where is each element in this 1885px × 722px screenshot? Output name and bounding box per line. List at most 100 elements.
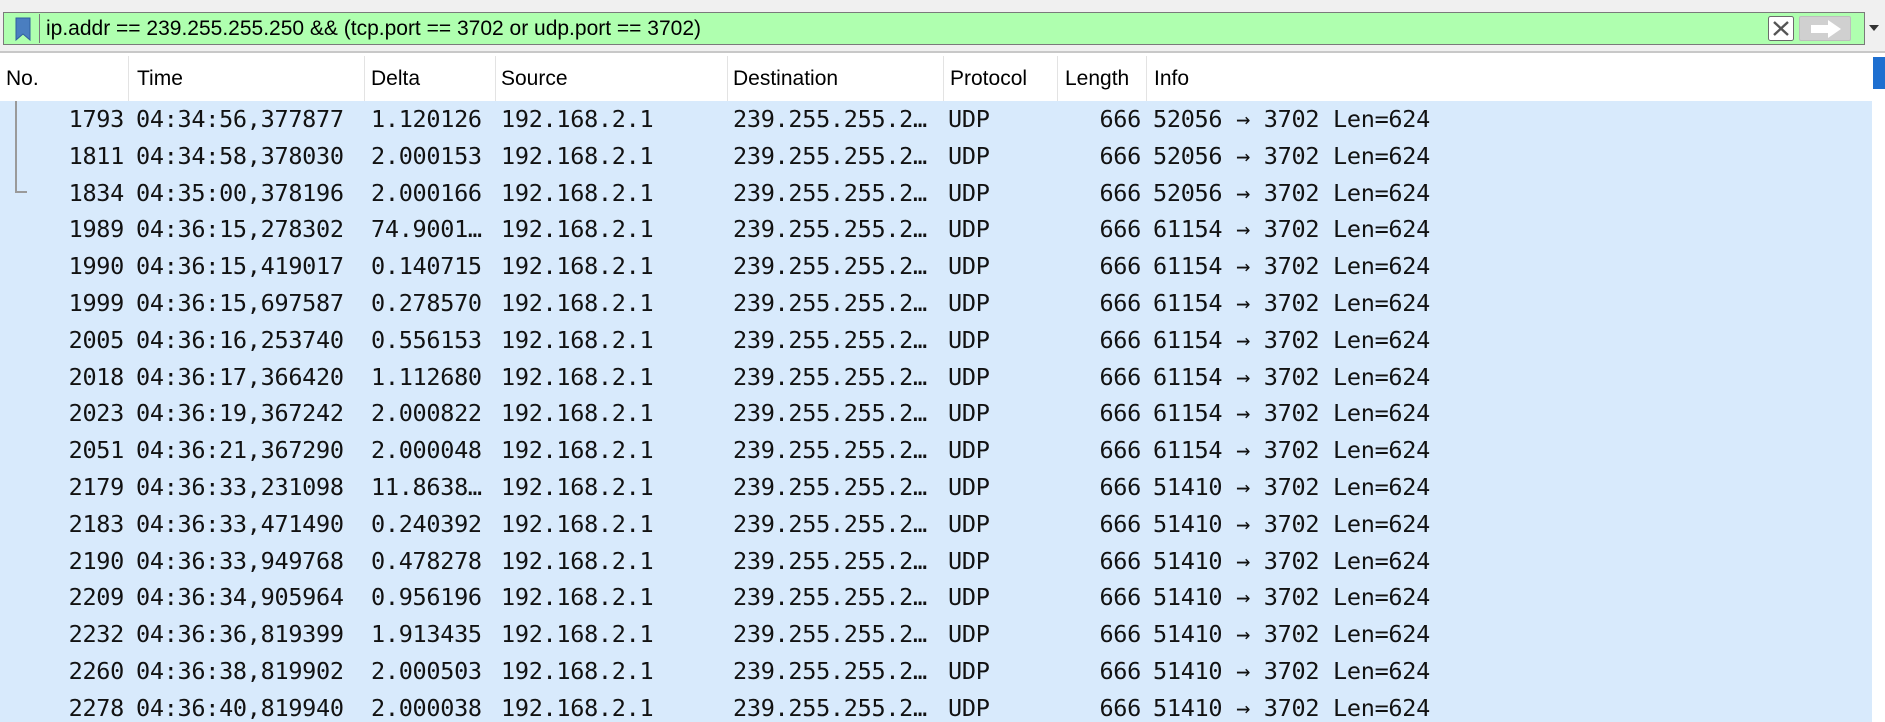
- packet-row[interactable]: 2260 04:36:38,819902 2.000503 192.168.2.1 23…: [0, 653, 1872, 690]
- filter-history-dropdown[interactable]: [1864, 12, 1885, 45]
- column-divider[interactable]: [1057, 56, 1058, 101]
- info-cell: 51410 → 3702 Len=624: [1153, 473, 1430, 501]
- display-filter-toolbar: ip.addr == 239.255.255.250 && (tcp.port …: [0, 0, 1885, 53]
- apply-filter-button[interactable]: [1799, 16, 1851, 41]
- packet-number-cell: 2051: [68, 436, 125, 465]
- protocol-cell: UDP: [948, 473, 990, 501]
- packet-row[interactable]: 2051 04:36:21,367290 2.000048 192.168.2.1 23…: [0, 432, 1872, 469]
- length-cell: 666: [1099, 436, 1141, 465]
- length-cell: 666: [1099, 657, 1141, 685]
- scrollbar-thumb[interactable]: [1873, 57, 1885, 89]
- protocol-cell: UDP: [948, 693, 990, 722]
- info-cell: 61154 → 3702 Len=624: [1153, 289, 1430, 317]
- protocol-cell: UDP: [948, 105, 990, 133]
- time-cell: 04:36:33,949768: [136, 546, 344, 575]
- info-cell: 61154 → 3702 Len=624: [1153, 436, 1430, 465]
- column-header-protocol[interactable]: Protocol: [944, 56, 1057, 101]
- packet-number-cell: 2183: [68, 509, 125, 538]
- length-cell: 666: [1099, 399, 1141, 428]
- protocol-cell: UDP: [948, 657, 990, 685]
- delta-cell: 0.140715: [371, 252, 482, 281]
- column-header-time[interactable]: Time: [131, 56, 365, 101]
- protocol-cell: UDP: [948, 178, 990, 207]
- column-header-source[interactable]: Source: [495, 56, 727, 101]
- source-cell: 192.168.2.1: [501, 620, 654, 649]
- column-header-info[interactable]: Info: [1148, 56, 1868, 101]
- packet-number-cell: 2018: [68, 362, 125, 391]
- source-cell: 192.168.2.1: [501, 325, 654, 354]
- packet-row[interactable]: 2183 04:36:33,471490 0.240392 192.168.2.1 23…: [0, 506, 1872, 543]
- length-cell: 666: [1099, 252, 1141, 281]
- destination-cell: 239.255.255.2…: [733, 693, 927, 722]
- info-cell: 61154 → 3702 Len=624: [1153, 362, 1430, 391]
- protocol-cell: UDP: [948, 252, 990, 281]
- packet-row[interactable]: 2023 04:36:19,367242 2.000822 192.168.2.1 23…: [0, 395, 1872, 432]
- delta-cell: 0.956196: [371, 583, 482, 612]
- packet-list-body: 1793 04:34:56,377877 1.120126 192.168.2.1 23…: [0, 101, 1872, 722]
- length-cell: 666: [1099, 289, 1141, 317]
- info-cell: 51410 → 3702 Len=624: [1153, 620, 1430, 649]
- filter-bookmark-button[interactable]: [8, 14, 40, 43]
- time-cell: 04:36:15,697587: [136, 289, 344, 317]
- column-divider[interactable]: [1146, 56, 1147, 101]
- destination-cell: 239.255.255.2…: [733, 215, 927, 244]
- packet-row[interactable]: 2190 04:36:33,949768 0.478278 192.168.2.1 23…: [0, 543, 1872, 580]
- packet-row[interactable]: 2232 04:36:36,819399 1.913435 192.168.2.1 23…: [0, 616, 1872, 653]
- packet-row[interactable]: 2179 04:36:33,231098 11.8638… 192.168.2.1 23…: [0, 469, 1872, 506]
- protocol-cell: UDP: [948, 436, 990, 465]
- packet-row[interactable]: 2209 04:36:34,905964 0.956196 192.168.2.1 23…: [0, 579, 1872, 616]
- destination-cell: 239.255.255.2…: [733, 362, 927, 391]
- packet-list: No. Time Delta Source Destination Protoc…: [0, 56, 1872, 722]
- delta-cell: 2.000048: [371, 436, 482, 465]
- packet-row[interactable]: 1989 04:36:15,278302 74.9001… 192.168.2.1 23…: [0, 211, 1872, 248]
- info-cell: 61154 → 3702 Len=624: [1153, 252, 1430, 281]
- column-header-no[interactable]: No.: [0, 56, 128, 101]
- length-cell: 666: [1099, 105, 1141, 133]
- length-cell: 666: [1099, 620, 1141, 649]
- packet-row[interactable]: 1793 04:34:56,377877 1.120126 192.168.2.1 23…: [0, 101, 1872, 138]
- column-header-destination[interactable]: Destination: [727, 56, 943, 101]
- destination-cell: 239.255.255.2…: [733, 509, 927, 538]
- destination-cell: 239.255.255.2…: [733, 141, 927, 170]
- packet-row[interactable]: 1834 04:35:00,378196 2.000166 192.168.2.1 23…: [0, 175, 1872, 212]
- display-filter-text[interactable]: ip.addr == 239.255.255.250 && (tcp.port …: [46, 13, 701, 44]
- bookmark-icon: [15, 17, 31, 41]
- arrow-right-icon: [1811, 20, 1841, 38]
- delta-cell: 2.000822: [371, 399, 482, 428]
- column-divider[interactable]: [128, 56, 129, 101]
- destination-cell: 239.255.255.2…: [733, 178, 927, 207]
- info-cell: 51410 → 3702 Len=624: [1153, 583, 1430, 612]
- column-header-delta[interactable]: Delta: [365, 56, 495, 101]
- display-filter-input[interactable]: ip.addr == 239.255.255.250 && (tcp.port …: [3, 12, 1865, 45]
- protocol-cell: UDP: [948, 215, 990, 244]
- column-header-length[interactable]: Length: [1059, 56, 1146, 101]
- packet-row[interactable]: 2278 04:36:40,819940 2.000038 192.168.2.1 23…: [0, 690, 1872, 722]
- destination-cell: 239.255.255.2…: [733, 105, 927, 133]
- info-cell: 51410 → 3702 Len=624: [1153, 693, 1430, 722]
- packet-row[interactable]: 2018 04:36:17,366420 1.112680 192.168.2.1 23…: [0, 359, 1872, 396]
- packet-row[interactable]: 2005 04:36:16,253740 0.556153 192.168.2.1 23…: [0, 322, 1872, 359]
- source-cell: 192.168.2.1: [501, 215, 654, 244]
- packet-row[interactable]: 1811 04:34:58,378030 2.000153 192.168.2.1 23…: [0, 138, 1872, 175]
- info-cell: 51410 → 3702 Len=624: [1153, 657, 1430, 685]
- source-cell: 192.168.2.1: [501, 657, 654, 685]
- time-cell: 04:35:00,378196: [136, 178, 344, 207]
- source-cell: 192.168.2.1: [501, 546, 654, 575]
- time-cell: 04:36:15,278302: [136, 215, 344, 244]
- vertical-scrollbar[interactable]: [1872, 56, 1885, 722]
- packet-number-cell: 2005: [68, 325, 125, 354]
- clear-filter-button[interactable]: [1768, 16, 1794, 41]
- chevron-down-icon: [1869, 25, 1879, 31]
- toolbar-divider: [0, 51, 1885, 53]
- delta-cell: 0.278570: [371, 289, 482, 317]
- source-cell: 192.168.2.1: [501, 362, 654, 391]
- protocol-cell: UDP: [948, 620, 990, 649]
- time-cell: 04:34:58,378030: [136, 141, 344, 170]
- packet-row[interactable]: 1990 04:36:15,419017 0.140715 192.168.2.1 23…: [0, 248, 1872, 285]
- delta-cell: 1.913435: [371, 620, 482, 649]
- time-cell: 04:36:33,231098: [136, 473, 344, 501]
- packet-row[interactable]: 1999 04:36:15,697587 0.278570 192.168.2.1 23…: [0, 285, 1872, 322]
- packet-number-cell: 1811: [68, 141, 125, 170]
- length-cell: 666: [1099, 178, 1141, 207]
- source-cell: 192.168.2.1: [501, 473, 654, 501]
